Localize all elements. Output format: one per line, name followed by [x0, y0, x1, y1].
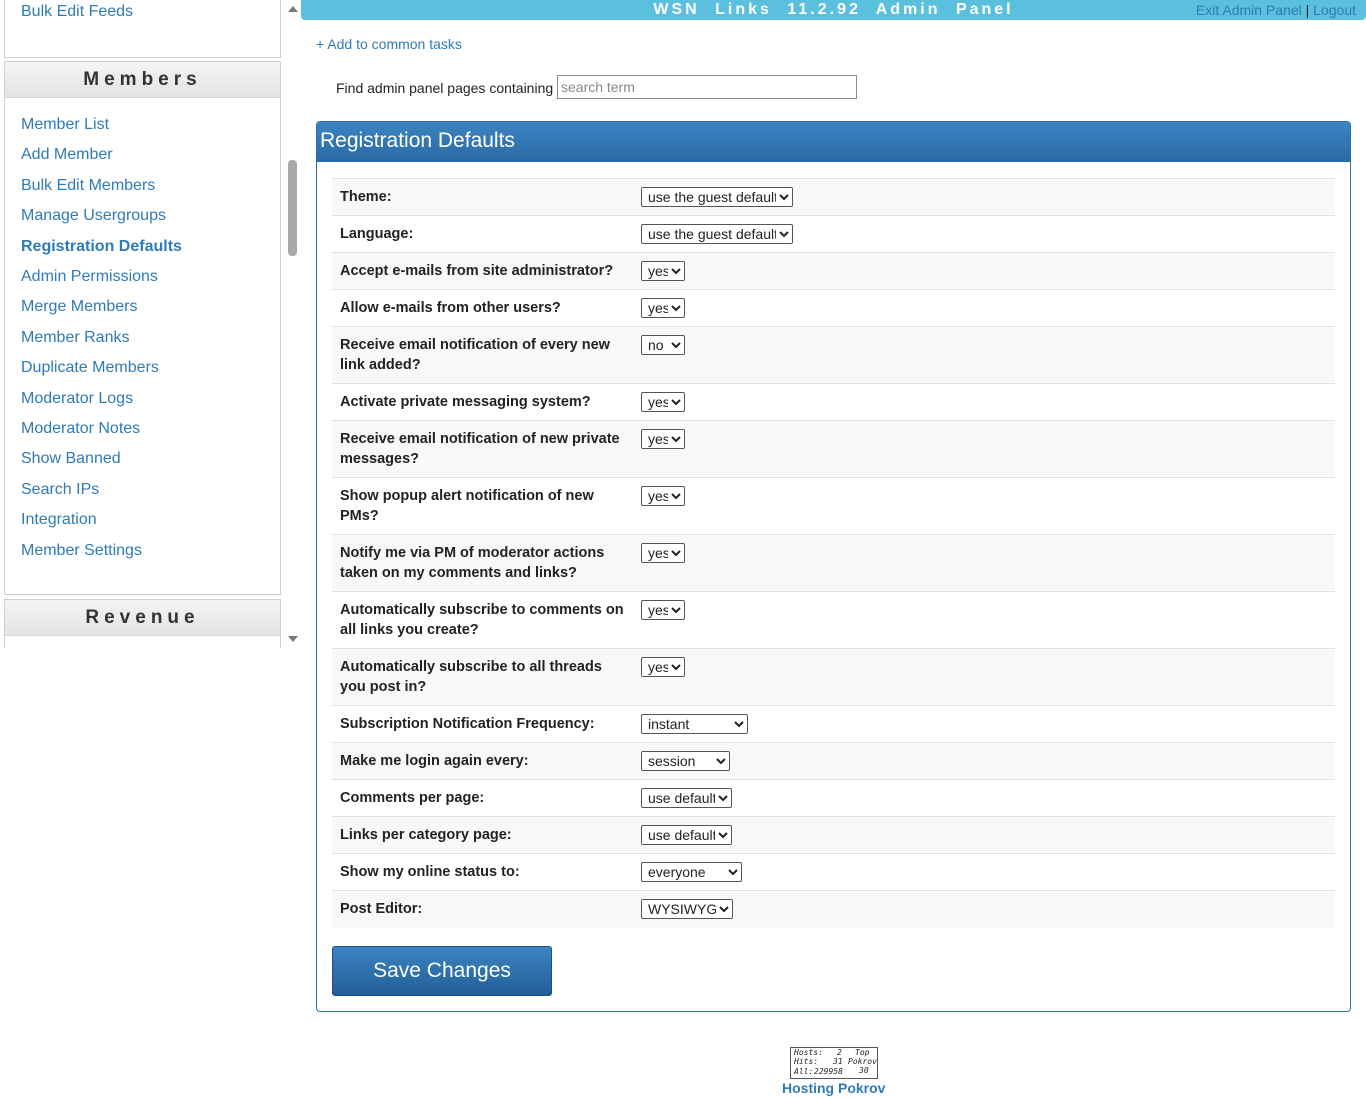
settings-row: Subscription Notification Frequency: inst…: [332, 705, 1335, 743]
sidebar-box-revenue: Revenue: [4, 599, 281, 648]
setting-select[interactable]: use the guest default: [641, 187, 793, 207]
setting-label: Language:: [340, 226, 414, 242]
setting-label: Accept e-mails from site administrator?: [340, 263, 614, 279]
counter-hits-value: 31: [833, 1057, 843, 1066]
sidebar-item-moderator-notes[interactable]: Moderator Notes: [21, 420, 140, 438]
setting-label: Show my online status to:: [340, 864, 520, 880]
settings-row: Post Editor: WYSIWYG: [332, 890, 1335, 928]
setting-label: Post Editor:: [340, 901, 423, 917]
setting-select[interactable]: use default: [641, 788, 732, 808]
sidebar: Bulk Edit Feeds Members Member List Add M…: [0, 0, 300, 648]
setting-label: Notify me via PM of moderator actions ta…: [340, 545, 605, 581]
setting-label: Links per category page:: [340, 827, 512, 843]
setting-label: Subscription Notification Frequency:: [340, 716, 595, 732]
setting-select[interactable]: session: [641, 751, 730, 771]
settings-row: Activate private messaging system? yes: [332, 383, 1335, 421]
counter-hits-label: Hits:: [794, 1057, 819, 1066]
sidebar-item-bulk-edit-members[interactable]: Bulk Edit Members: [21, 177, 155, 195]
header-link-separator: |: [1305, 2, 1310, 18]
sidebar-item-bulk-edit-feeds[interactable]: Bulk Edit Feeds: [21, 3, 133, 21]
setting-select[interactable]: use the guest default: [641, 224, 793, 244]
admin-header-bar: WSN Links 11.2.92 Admin Panel Exit Admin…: [301, 0, 1366, 20]
sidebar-item-member-settings[interactable]: Member Settings: [21, 542, 142, 560]
settings-row: Make me login again every: session: [332, 742, 1335, 780]
sidebar-item-member-list[interactable]: Member List: [21, 116, 109, 134]
settings-row: Receive email notification of new privat…: [332, 420, 1335, 478]
settings-row: Show my online status to: everyone: [332, 853, 1335, 891]
registration-defaults-panel: Registration Defaults Theme: use the gues…: [316, 121, 1351, 1012]
sidebar-item-member-ranks[interactable]: Member Ranks: [21, 329, 129, 347]
setting-select[interactable]: no: [641, 335, 685, 355]
counter-all-label: All:: [794, 1067, 814, 1076]
setting-select[interactable]: everyone: [641, 862, 742, 882]
setting-label: Allow e-mails from other users?: [340, 300, 561, 316]
settings-row: Theme: use the guest default: [332, 178, 1335, 216]
counter-rank-value: 30: [859, 1066, 869, 1075]
settings-row: Receive email notification of every new …: [332, 326, 1335, 384]
setting-select[interactable]: yes: [641, 392, 685, 412]
sidebar-box-feeds: Bulk Edit Feeds: [4, 0, 281, 58]
setting-label: Show popup alert notification of new PMs…: [340, 488, 594, 524]
setting-select[interactable]: yes: [641, 486, 685, 506]
setting-label: Activate private messaging system?: [340, 394, 591, 410]
logout-link[interactable]: Logout: [1313, 2, 1356, 18]
scroll-down-arrow-icon[interactable]: [288, 636, 298, 642]
setting-select[interactable]: use default: [641, 825, 732, 845]
sidebar-item-show-banned[interactable]: Show Banned: [21, 450, 121, 468]
search-label: Find admin panel pages containing: [336, 80, 554, 96]
settings-row: Allow e-mails from other users? yes: [332, 289, 1335, 327]
search-input[interactable]: [557, 75, 857, 99]
scroll-up-arrow-icon[interactable]: [288, 6, 298, 12]
setting-label: Automatically subscribe to all threads y…: [340, 659, 602, 695]
sidebar-box-members: Members Member List Add Member Bulk Edit M…: [4, 61, 281, 595]
add-to-common-tasks-link[interactable]: + Add to common tasks: [316, 36, 462, 52]
setting-select[interactable]: yes: [641, 600, 685, 620]
counter-hosts-label: Hosts:: [794, 1048, 823, 1057]
sidebar-scrollbar[interactable]: [285, 0, 300, 648]
hosting-pokrov-link[interactable]: Hosting Pokrov: [782, 1080, 885, 1096]
scrollbar-thumb[interactable]: [288, 160, 297, 256]
setting-label: Comments per page:: [340, 790, 485, 806]
setting-label: Make me login again every:: [340, 753, 529, 769]
sidebar-item-add-member[interactable]: Add Member: [21, 146, 113, 164]
setting-label: Automatically subscribe to comments on a…: [340, 602, 624, 638]
setting-select[interactable]: yes: [641, 261, 685, 281]
sidebar-item-search-ips[interactable]: Search IPs: [21, 481, 99, 499]
members-heading: Members: [5, 62, 280, 98]
save-changes-button[interactable]: Save Changes: [332, 946, 552, 996]
sidebar-item-registration-defaults[interactable]: Registration Defaults: [21, 238, 182, 256]
revenue-heading: Revenue: [5, 600, 280, 636]
header-links: Exit Admin Panel | Logout: [1196, 0, 1356, 20]
settings-row: Automatically subscribe to comments on a…: [332, 591, 1335, 649]
setting-select[interactable]: yes: [641, 657, 685, 677]
settings-row: Accept e-mails from site administrator? y…: [332, 252, 1335, 290]
setting-label: Theme:: [340, 189, 392, 205]
counter-all-value: 229958: [814, 1067, 843, 1076]
setting-select[interactable]: instant: [641, 714, 748, 734]
setting-select[interactable]: yes: [641, 543, 685, 563]
sidebar-item-duplicate-members[interactable]: Duplicate Members: [21, 359, 159, 377]
settings-row: Notify me via PM of moderator actions ta…: [332, 534, 1335, 592]
hit-counter-badge[interactable]: Hosts: 2 Top Hits: 31 Pokrov All: 229958…: [790, 1047, 878, 1079]
settings-row: Comments per page: use default: [332, 779, 1335, 817]
setting-label: Receive email notification of new privat…: [340, 431, 620, 467]
exit-admin-panel-link[interactable]: Exit Admin Panel: [1196, 2, 1302, 18]
sidebar-item-manage-usergroups[interactable]: Manage Usergroups: [21, 207, 166, 225]
sidebar-item-moderator-logs[interactable]: Moderator Logs: [21, 390, 133, 408]
sidebar-item-admin-permissions[interactable]: Admin Permissions: [21, 268, 158, 286]
counter-brand-label: Pokrov: [848, 1057, 877, 1066]
counter-top-label: Top: [855, 1048, 870, 1057]
setting-label: Receive email notification of every new …: [340, 337, 610, 373]
panel-title: Registration Defaults: [317, 122, 1350, 162]
settings-row: Language: use the guest default: [332, 215, 1335, 253]
settings-row: Links per category page: use default: [332, 816, 1335, 854]
setting-select[interactable]: WYSIWYG: [641, 899, 733, 919]
settings-row: Automatically subscribe to all threads y…: [332, 648, 1335, 706]
sidebar-item-merge-members[interactable]: Merge Members: [21, 298, 137, 316]
setting-select[interactable]: yes: [641, 298, 685, 318]
setting-select[interactable]: yes: [641, 429, 685, 449]
settings-row: Show popup alert notification of new PMs…: [332, 477, 1335, 535]
counter-hosts-value: 2: [837, 1048, 842, 1057]
sidebar-item-integration[interactable]: Integration: [21, 511, 97, 529]
